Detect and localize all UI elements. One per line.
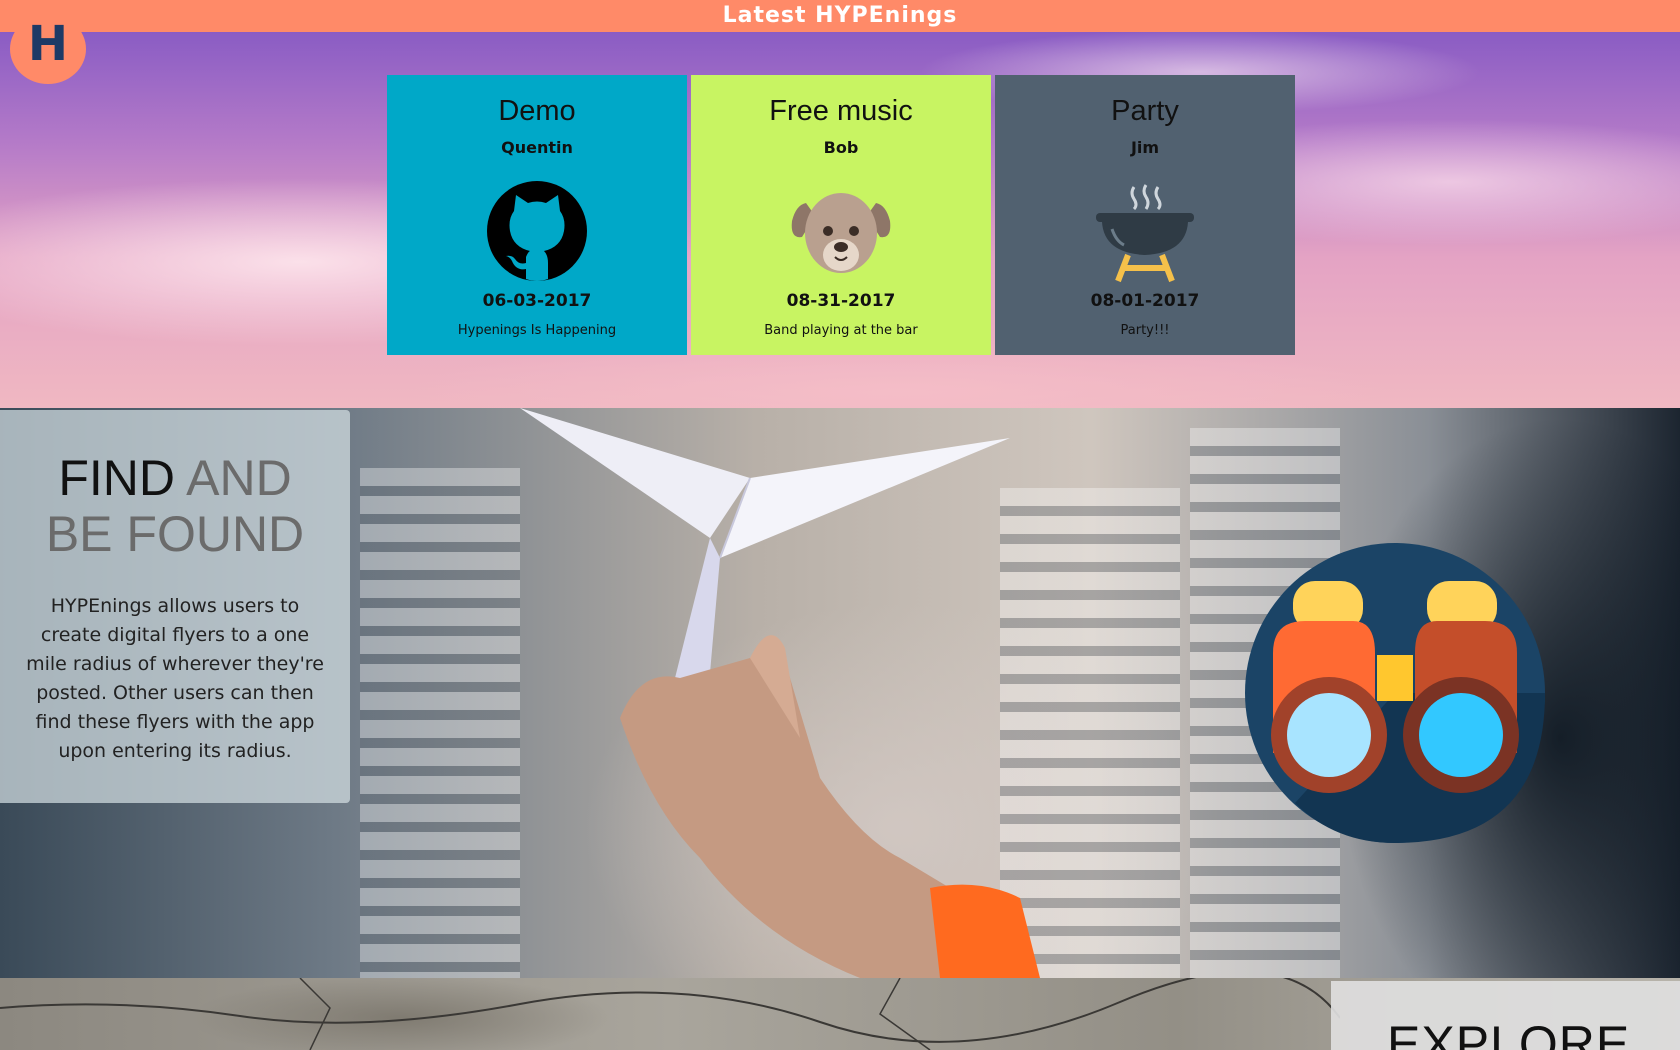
event-card-demo[interactable]: Demo Quentin 06-03-2017 Hypenings Is Hap… [387,75,687,355]
card-author: Quentin [501,138,573,157]
find-title-word1: FIND [58,450,175,506]
find-title-line2: BE FOUND [45,506,305,562]
binoculars-icon [1245,543,1545,843]
card-date: 08-01-2017 [1090,291,1200,311]
find-section: FIND AND BE FOUND HYPEnings allows users… [0,408,1680,978]
event-card-free-music[interactable]: Free music Bob 08-31-2017 Band playing a… [691,75,991,355]
card-author: Jim [1130,138,1160,157]
card-description: Band playing at the bar [764,323,918,338]
github-icon [482,181,592,291]
event-cards: Demo Quentin 06-03-2017 Hypenings Is Hap… [387,75,1295,355]
background-building [360,468,520,978]
card-date: 06-03-2017 [482,291,592,311]
find-title: FIND AND BE FOUND [0,450,350,562]
card-title: Free music [769,95,913,127]
banner-title: Latest HYPEnings [722,3,958,28]
card-date: 08-31-2017 [786,291,896,311]
event-card-party[interactable]: Party Jim 08-01-2017 Party!!! [995,75,1295,355]
explore-section: EXPLORE [0,978,1680,1050]
card-title: Party [1111,95,1179,127]
explore-title: EXPLORE [1387,1016,1631,1050]
logo-letter: H [27,16,69,72]
find-title-word2: AND [186,450,292,506]
top-banner: Latest HYPEnings [0,0,1680,32]
explore-panel: EXPLORE [1331,981,1680,1050]
card-title: Demo [498,95,576,127]
asphalt-texture [0,978,1340,1050]
hand-image [620,635,1040,978]
logo[interactable]: H [10,14,86,84]
card-description: Hypenings Is Happening [457,323,617,338]
dog-icon [786,181,896,291]
hero-section: Demo Quentin 06-03-2017 Hypenings Is Hap… [0,32,1680,408]
find-description: HYPEnings allows users to create digital… [26,595,324,762]
find-panel: FIND AND BE FOUND HYPEnings allows users… [0,410,350,803]
card-description: Party!!! [1120,323,1170,338]
card-author: Bob [823,138,859,157]
grill-icon [1090,181,1200,291]
